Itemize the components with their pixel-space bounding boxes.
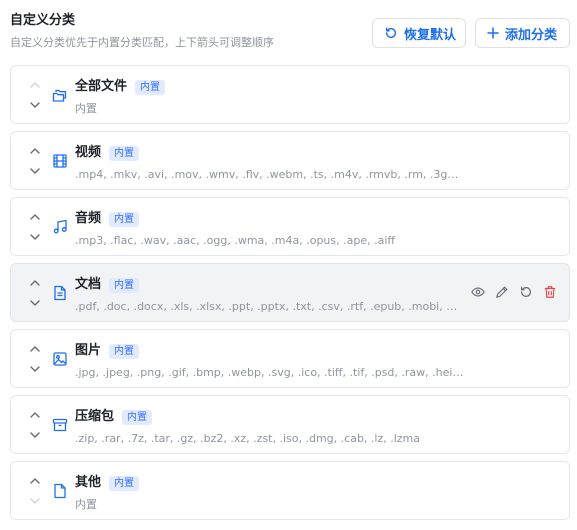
delete-icon[interactable]	[543, 285, 557, 299]
category-extensions: .mp4, .mkv, .avi, .mov, .wmv, .flv, .web…	[75, 168, 465, 181]
restore-defaults-label: 恢复默认	[404, 27, 457, 43]
move-up-icon[interactable]	[28, 212, 42, 222]
category-item[interactable]: 其他 内置 内置	[10, 461, 570, 520]
builtin-badge: 内置	[109, 211, 140, 227]
category-item[interactable]: 文档 内置 .pdf, .doc, .docx, .xls, .xlsx, .p…	[10, 263, 570, 322]
restore-icon	[385, 27, 397, 39]
category-name: 视频	[75, 145, 102, 160]
page-title: 自定义分类	[10, 13, 76, 28]
move-up-icon[interactable]	[28, 410, 42, 420]
music-icon	[53, 219, 67, 234]
reorder-controls	[28, 408, 42, 442]
document-icon	[54, 285, 66, 301]
move-down-icon	[28, 496, 42, 506]
category-extensions: .zip, .rar, .7z, .tar, .gz, .bz2, .xz, .…	[75, 432, 421, 445]
move-up-icon[interactable]	[28, 278, 42, 288]
file-icon	[54, 483, 66, 499]
category-item[interactable]: 全部文件 内置 内置	[10, 65, 570, 124]
category-name: 其他	[75, 475, 102, 490]
move-down-icon[interactable]	[28, 430, 42, 440]
category-name: 压缩包	[75, 409, 115, 424]
builtin-badge: 内置	[122, 409, 153, 425]
add-category-button[interactable]: 添加分类	[475, 18, 570, 48]
category-name: 全部文件	[75, 79, 128, 94]
category-extensions: .jpg, .jpeg, .png, .gif, .bmp, .webp, .s…	[75, 366, 465, 379]
edit-icon[interactable]	[495, 285, 509, 299]
builtin-badge: 内置	[109, 145, 140, 161]
eye-icon[interactable]	[471, 285, 485, 299]
move-down-icon[interactable]	[28, 100, 42, 110]
reorder-controls	[28, 342, 42, 376]
move-down-icon[interactable]	[28, 364, 42, 374]
move-down-icon[interactable]	[28, 298, 42, 308]
reorder-controls	[28, 276, 42, 310]
page-header: 自定义分类 自定义分类优先于内置分类匹配，上下箭头可调整顺序	[10, 12, 274, 50]
builtin-badge: 内置	[109, 343, 140, 359]
archive-icon	[52, 418, 68, 432]
category-extensions: 内置	[75, 498, 97, 511]
category-item[interactable]: 音频 内置 .mp3, .flac, .wav, .aac, .ogg, .wm…	[10, 197, 570, 256]
move-up-icon[interactable]	[28, 146, 42, 156]
reorder-controls	[28, 78, 42, 112]
move-up-icon[interactable]	[28, 344, 42, 354]
page-subtitle: 自定义分类优先于内置分类匹配，上下箭头可调整顺序	[10, 36, 274, 49]
move-up-icon[interactable]	[28, 476, 42, 486]
category-list: 全部文件 内置 内置 视频 内置 .mp4, .mkv, .avi, .mov,…	[10, 65, 570, 527]
reorder-controls	[28, 474, 42, 508]
row-actions	[471, 285, 557, 299]
builtin-badge: 内置	[109, 475, 140, 491]
category-item[interactable]: 压缩包 内置 .zip, .rar, .7z, .tar, .gz, .bz2,…	[10, 395, 570, 454]
category-item[interactable]: 视频 内置 .mp4, .mkv, .avi, .mov, .wmv, .flv…	[10, 131, 570, 190]
category-extensions: .mp3, .flac, .wav, .aac, .ogg, .wma, .m4…	[75, 234, 395, 247]
category-name: 图片	[75, 343, 102, 358]
reorder-controls	[28, 144, 42, 178]
category-item[interactable]: 图片 内置 .jpg, .jpeg, .png, .gif, .bmp, .we…	[10, 329, 570, 388]
move-down-icon[interactable]	[28, 232, 42, 242]
film-icon	[53, 154, 67, 168]
plus-icon	[487, 27, 499, 39]
reorder-controls	[28, 210, 42, 244]
move-down-icon[interactable]	[28, 166, 42, 176]
category-extensions: .pdf, .doc, .docx, .xls, .xlsx, .ppt, .p…	[75, 300, 460, 313]
category-extensions: 内置	[75, 102, 97, 115]
reset-icon[interactable]	[519, 285, 533, 299]
folders-icon	[52, 89, 67, 102]
category-name: 音频	[75, 211, 102, 226]
restore-defaults-button[interactable]: 恢复默认	[372, 18, 466, 48]
category-name: 文档	[75, 277, 102, 292]
image-icon	[53, 352, 67, 366]
add-category-label: 添加分类	[505, 27, 558, 43]
builtin-badge: 内置	[109, 277, 140, 293]
move-up-icon	[28, 80, 42, 90]
builtin-badge: 内置	[135, 79, 166, 95]
